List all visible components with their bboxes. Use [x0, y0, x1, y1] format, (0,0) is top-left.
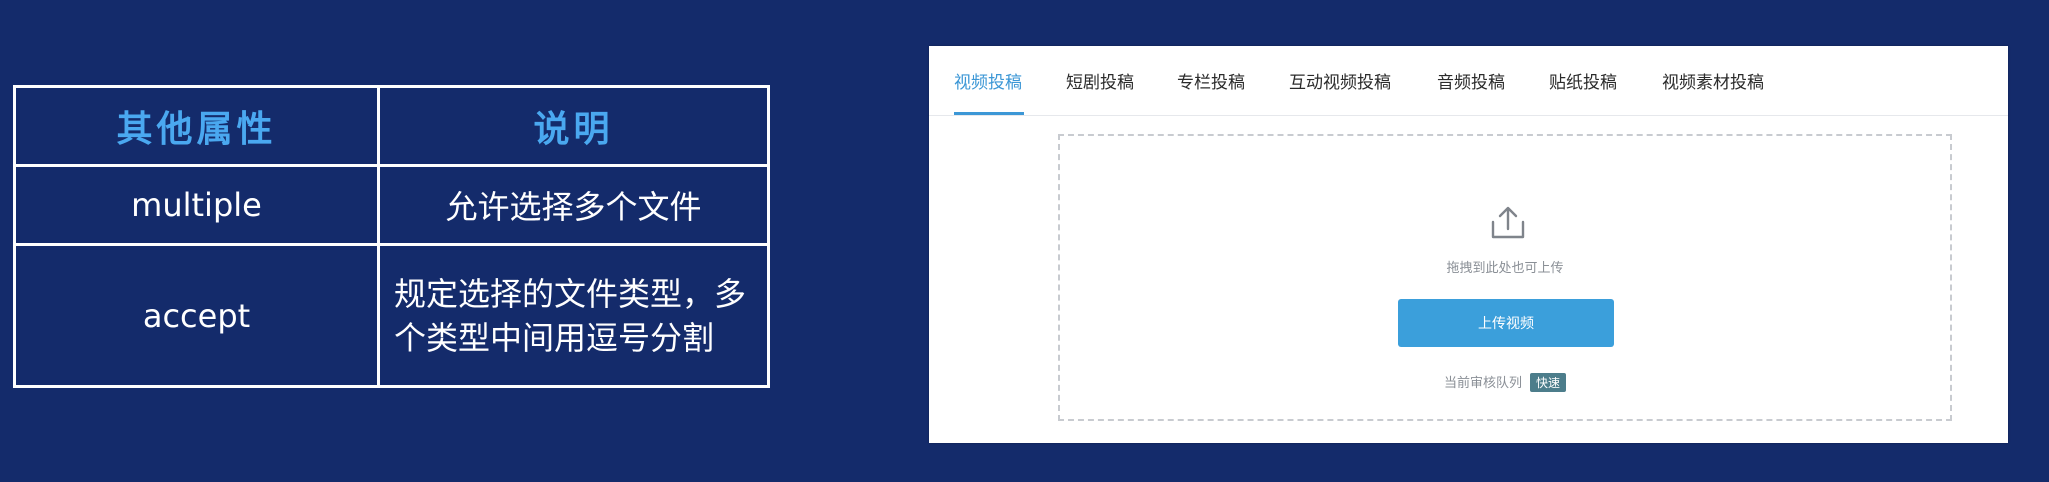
tab-audio[interactable]: 音频投稿	[1437, 68, 1505, 93]
upload-video-button[interactable]: 上传视频	[1398, 299, 1614, 347]
attr-multiple: multiple	[16, 167, 380, 246]
active-tab-indicator	[954, 112, 1024, 115]
tab-short-drama[interactable]: 短剧投稿	[1066, 68, 1134, 93]
drop-hint-text: 拖拽到此处也可上传	[1446, 261, 1564, 276]
queue-label: 当前审核队列	[1443, 376, 1522, 391]
drop-zone[interactable]: 拖拽到此处也可上传 上传视频 当前审核队列 快速	[1058, 134, 1952, 421]
upload-panel: 视频投稿 短剧投稿 专栏投稿 互动视频投稿 音频投稿 贴纸投稿 视频素材投稿 拖…	[929, 46, 2008, 443]
review-queue-row: 当前审核队列 快速	[1060, 372, 1950, 392]
queue-status-badge: 快速	[1530, 373, 1567, 392]
header-other-attributes: 其他属性	[16, 88, 380, 167]
desc-multiple: 允许选择多个文件	[380, 167, 767, 246]
attr-accept: accept	[16, 246, 380, 385]
tab-video[interactable]: 视频投稿	[954, 68, 1022, 93]
attribute-table: 其他属性 说明 multiple 允许选择多个文件 accept 规定选择的文件…	[13, 85, 770, 388]
header-description: 说明	[380, 88, 767, 167]
desc-accept: 规定选择的文件类型，多个类型中间用逗号分割	[394, 274, 747, 357]
submission-tabs: 视频投稿 短剧投稿 专栏投稿 互动视频投稿 音频投稿 贴纸投稿 视频素材投稿	[929, 46, 2008, 116]
upload-tray-icon	[1491, 206, 1525, 239]
tab-column[interactable]: 专栏投稿	[1177, 68, 1245, 93]
tab-video-material[interactable]: 视频素材投稿	[1662, 68, 1764, 93]
tab-sticker[interactable]: 贴纸投稿	[1549, 68, 1617, 93]
tab-interactive-video[interactable]: 互动视频投稿	[1289, 68, 1391, 93]
